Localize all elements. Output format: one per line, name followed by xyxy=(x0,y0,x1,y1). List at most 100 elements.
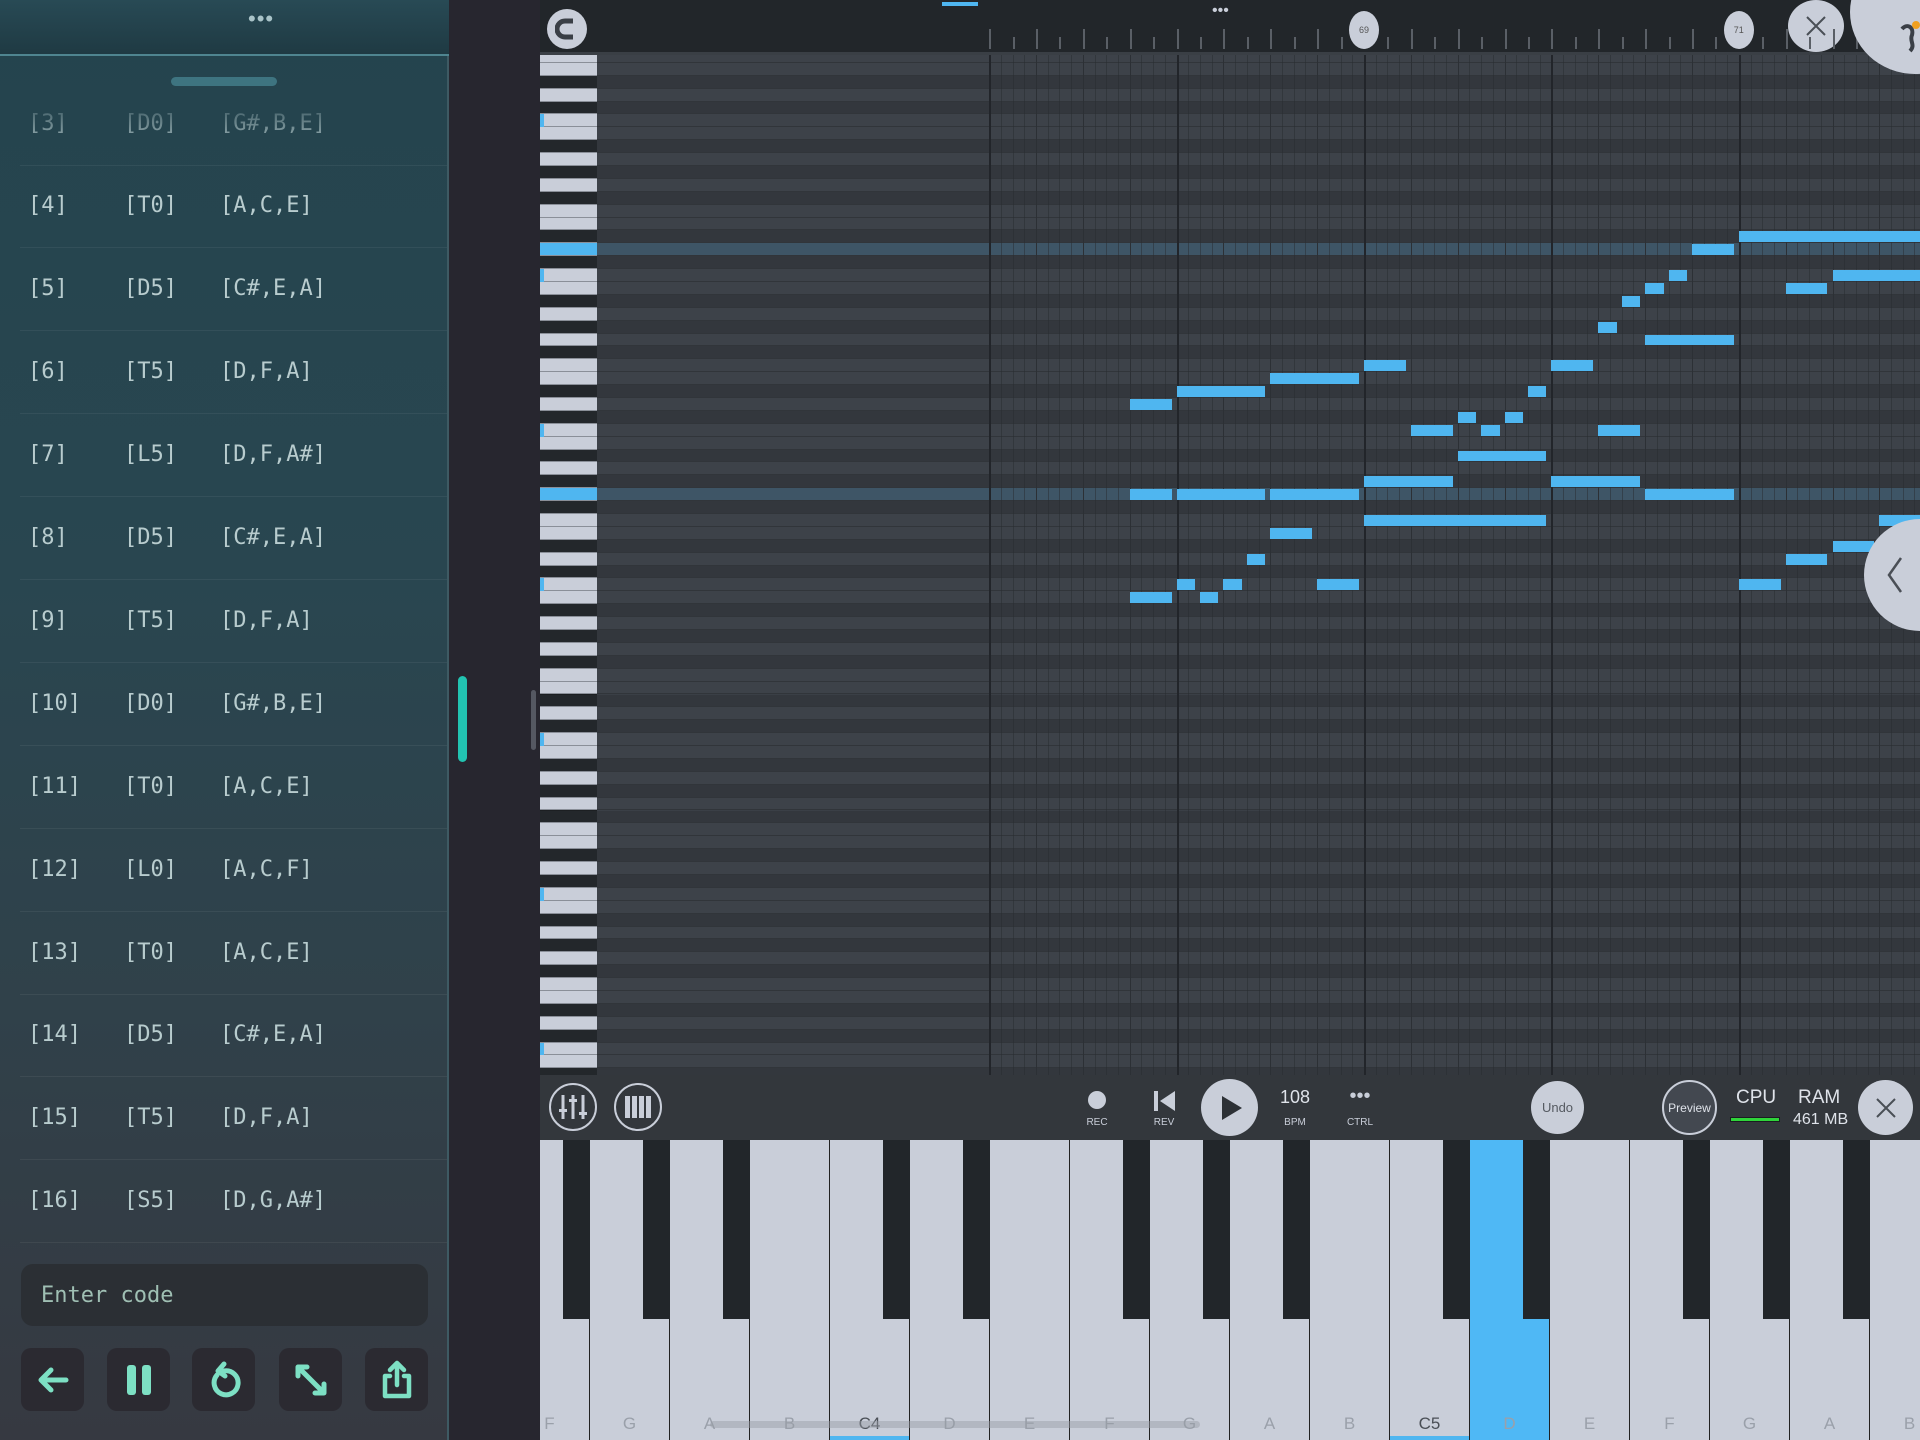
mixer-button[interactable] xyxy=(549,1083,597,1131)
piano-key[interactable] xyxy=(540,913,597,927)
piano-key[interactable] xyxy=(540,385,597,398)
note[interactable] xyxy=(1668,270,1687,281)
note[interactable] xyxy=(1785,283,1828,294)
piano-key[interactable] xyxy=(540,746,597,759)
keyboard-scrollbar[interactable] xyxy=(710,1421,1200,1428)
note[interactable] xyxy=(1645,489,1734,501)
piano-key[interactable] xyxy=(540,166,597,179)
note[interactable] xyxy=(1457,411,1477,423)
code-input[interactable] xyxy=(21,1264,428,1326)
piano-key[interactable] xyxy=(540,256,597,270)
timeline-ruler[interactable]: ••• 697173 xyxy=(540,0,1920,55)
piano-key[interactable] xyxy=(540,565,597,579)
piano-key[interactable] xyxy=(540,178,597,192)
piano-key[interactable] xyxy=(540,372,597,386)
piano-key[interactable] xyxy=(540,771,597,785)
note[interactable] xyxy=(1246,553,1266,565)
note[interactable] xyxy=(1364,515,1547,526)
piano-key[interactable] xyxy=(540,900,597,914)
piano-key[interactable] xyxy=(540,243,597,257)
piano-key[interactable] xyxy=(540,282,597,295)
piano-keyboard[interactable]: F G A B C4 D E F G A B C5 D E F G A B xyxy=(540,1140,1920,1440)
note[interactable] xyxy=(1270,373,1359,385)
piano-key[interactable] xyxy=(540,874,597,888)
white-key-E[interactable]: E xyxy=(990,1140,1070,1440)
panel-scrollbar[interactable] xyxy=(458,676,467,762)
note[interactable] xyxy=(1200,592,1219,604)
piano-key[interactable] xyxy=(540,55,597,63)
pattern-row[interactable]: [10] [D0] [G#,B,E] xyxy=(20,663,447,746)
pattern-row[interactable]: [9] [T5] [D,F,A] xyxy=(20,580,447,663)
piano-key[interactable] xyxy=(540,269,597,282)
piano-key[interactable] xyxy=(540,114,597,128)
piano-key[interactable] xyxy=(540,526,597,540)
white-key-B[interactable]: B xyxy=(1310,1140,1390,1440)
piano-key[interactable] xyxy=(540,939,597,953)
piano-key[interactable] xyxy=(540,501,597,515)
note[interactable] xyxy=(1645,334,1734,346)
tempo-value[interactable]: 108 xyxy=(1280,1087,1310,1108)
piano-key[interactable] xyxy=(540,127,597,141)
piano-key[interactable] xyxy=(540,720,597,734)
piano-key[interactable] xyxy=(540,849,597,863)
piano-key[interactable] xyxy=(540,346,597,360)
piano-key[interactable] xyxy=(540,475,597,489)
piano-key[interactable] xyxy=(540,952,597,966)
piano-key[interactable] xyxy=(540,88,597,102)
bar-marker[interactable]: 69 xyxy=(1349,11,1379,49)
note[interactable] xyxy=(1270,489,1359,501)
close-roll-button[interactable] xyxy=(1788,0,1844,52)
piano-key[interactable] xyxy=(540,191,597,205)
note[interactable] xyxy=(1223,579,1242,591)
piano-key[interactable] xyxy=(540,758,597,772)
piano-key[interactable] xyxy=(540,978,597,991)
note[interactable] xyxy=(1832,540,1875,552)
note[interactable] xyxy=(1270,527,1313,539)
note[interactable] xyxy=(1364,476,1453,488)
piano-key[interactable] xyxy=(540,204,597,218)
piano-key[interactable] xyxy=(540,359,597,373)
piano-key[interactable] xyxy=(540,1068,597,1075)
note[interactable] xyxy=(1317,579,1359,591)
share-button[interactable] xyxy=(365,1348,428,1411)
expand-button[interactable] xyxy=(279,1348,342,1411)
note[interactable] xyxy=(1129,592,1172,604)
note[interactable] xyxy=(1410,424,1453,436)
pattern-row[interactable]: [3] [D0] [G#,B,E] xyxy=(20,95,447,166)
note[interactable] xyxy=(1738,579,1781,591)
piano-key[interactable] xyxy=(540,1029,597,1043)
piano-key[interactable] xyxy=(540,1042,597,1056)
note[interactable] xyxy=(1481,424,1500,436)
white-key-B[interactable]: B xyxy=(750,1140,830,1440)
note[interactable] xyxy=(1832,270,1920,281)
pattern-row[interactable]: [16] [S5] [D,G,A#] xyxy=(20,1160,447,1244)
piano-key[interactable] xyxy=(540,1003,597,1017)
ruler-menu-dots[interactable]: ••• xyxy=(1212,2,1229,20)
piano-key[interactable] xyxy=(540,604,597,618)
piano-key[interactable] xyxy=(540,230,597,244)
note[interactable] xyxy=(1364,360,1406,372)
piano-key[interactable] xyxy=(540,1055,597,1069)
pattern-row[interactable]: [14] [D5] [C#,E,A] xyxy=(20,994,447,1078)
piano-key[interactable] xyxy=(540,488,597,502)
back-button[interactable] xyxy=(21,1348,84,1411)
restart-button[interactable] xyxy=(192,1348,255,1411)
piano-key[interactable] xyxy=(540,617,597,631)
pattern-row[interactable]: [11] [T0] [A,C,E] xyxy=(20,746,447,829)
piano-key[interactable] xyxy=(540,836,597,850)
record-button[interactable] xyxy=(1088,1091,1106,1109)
piano-key[interactable] xyxy=(540,217,597,231)
piano-key[interactable] xyxy=(540,449,597,463)
play-button[interactable] xyxy=(1201,1079,1258,1136)
note[interactable] xyxy=(1551,476,1641,488)
piano-key[interactable] xyxy=(540,153,597,166)
piano-key[interactable] xyxy=(540,965,597,979)
piano-key[interactable] xyxy=(540,140,597,154)
piano-key[interactable] xyxy=(540,707,597,721)
undo-button[interactable]: Undo xyxy=(1531,1081,1584,1134)
vertical-piano-keys[interactable] xyxy=(540,55,597,1075)
piano-key[interactable] xyxy=(540,810,597,824)
note[interactable] xyxy=(1785,553,1828,565)
piano-key[interactable] xyxy=(540,62,597,76)
piano-key[interactable] xyxy=(540,462,597,476)
